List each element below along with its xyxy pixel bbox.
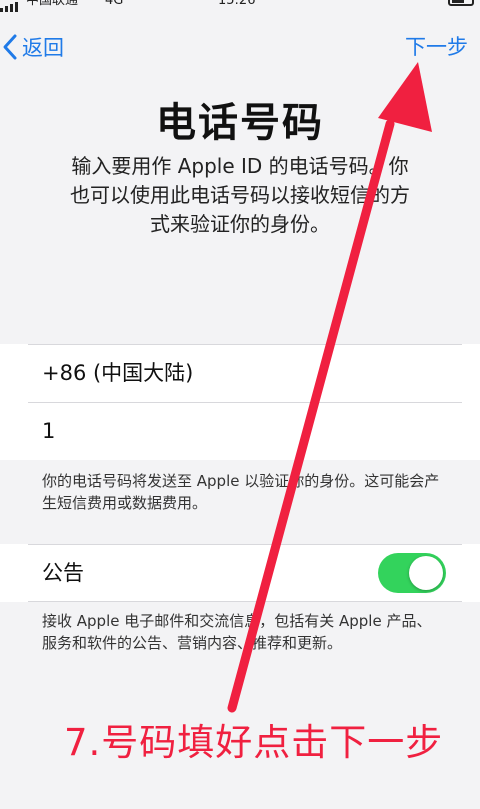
- country-code-value: +86 (中国大陆): [42, 361, 194, 385]
- battery-icon: [448, 0, 474, 6]
- back-button-label: 返回: [22, 36, 64, 60]
- next-step-button[interactable]: 下一步: [405, 30, 468, 64]
- intro-text: 输入要用作 Apple ID 的电话号码。你也可以使用此电话号码以接收短信的方式…: [70, 154, 410, 236]
- phone-footnote: 你的电话号码将发送至 Apple 以验证你的身份。这可能会产生短信费用或数据费用…: [42, 472, 440, 512]
- network-type-label: 4G: [105, 0, 124, 8]
- back-button[interactable]: 返回: [2, 30, 64, 64]
- announcements-group: 公告: [0, 544, 480, 602]
- status-time: 15:26: [218, 0, 256, 8]
- announcements-row: 公告: [0, 544, 480, 602]
- announcements-toggle[interactable]: [378, 553, 446, 593]
- phone-form-group: +86 (中国大陆) 1: [0, 344, 480, 460]
- phone-number-input[interactable]: 1: [0, 402, 480, 460]
- phone-number-value: 1: [42, 419, 56, 443]
- toggle-knob: [409, 556, 443, 590]
- chevron-left-icon: [3, 34, 17, 60]
- country-code-selector[interactable]: +86 (中国大陆): [0, 344, 480, 402]
- annotation-text: 7.号码填好点击下一步: [64, 721, 444, 764]
- signal-strength-icon: [0, 0, 18, 12]
- announcements-footnote: 接收 Apple 电子邮件和交流信息，包括有关 Apple 产品、服务和软件的公…: [42, 612, 432, 652]
- carrier-label: 中国联通: [26, 0, 79, 8]
- status-bar: 中国联通 4G 15:26: [0, 0, 480, 14]
- page-title: 电话号码: [156, 100, 324, 146]
- announcements-label: 公告: [42, 561, 84, 585]
